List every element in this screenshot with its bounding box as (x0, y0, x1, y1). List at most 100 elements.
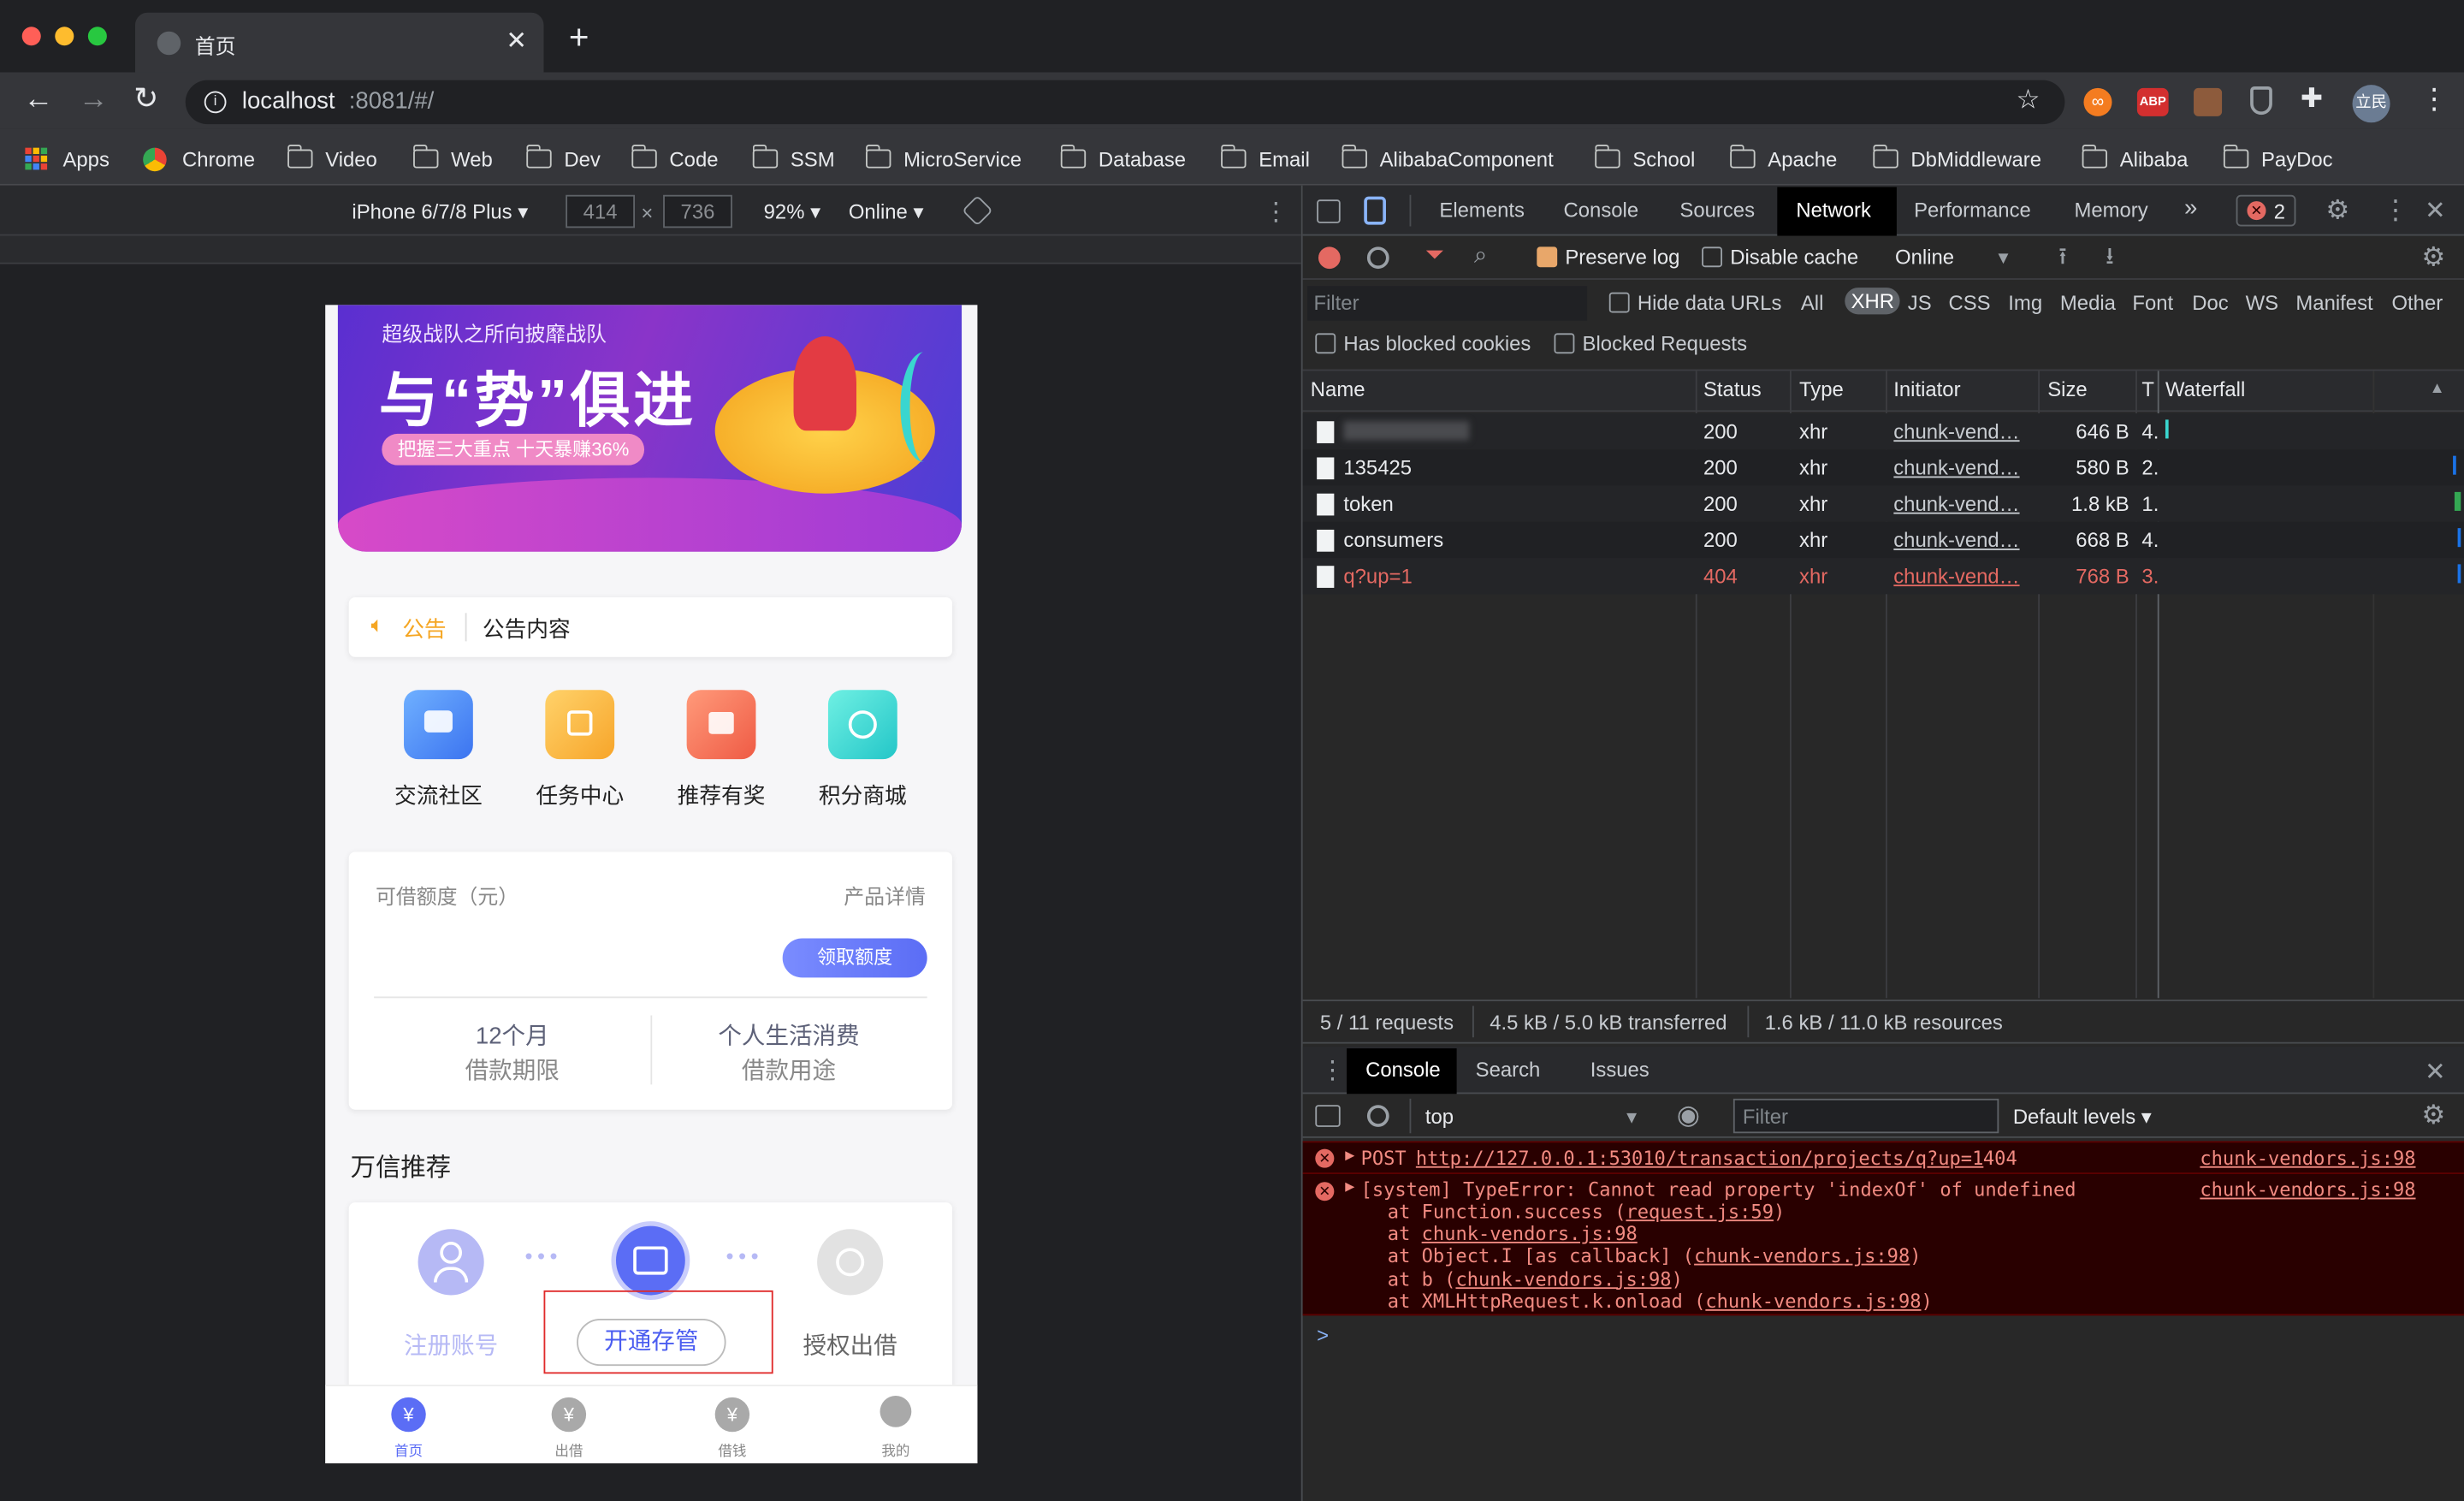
info-icon[interactable]: i (204, 91, 227, 114)
close-devtools-icon[interactable]: ✕ (2425, 195, 2446, 227)
tab-performance[interactable]: Performance (1914, 198, 2031, 222)
gift-icon[interactable] (686, 690, 756, 760)
blocked-requests-checkbox[interactable]: Blocked Requests (1554, 332, 1747, 355)
log-levels-select[interactable]: Default levels ▾ (2013, 1105, 2152, 1130)
menu-kebab-icon[interactable]: ⋮ (2420, 83, 2449, 116)
bookmark-school[interactable]: School (1594, 144, 1695, 173)
col-type[interactable]: Type (1799, 377, 1844, 401)
throttle-select[interactable]: Online ▾ (849, 199, 924, 224)
nav-lend[interactable]: ¥ 出借 (530, 1386, 608, 1462)
filter-manifest[interactable]: Manifest (2295, 291, 2372, 315)
more-tabs-icon[interactable]: » (2184, 195, 2197, 222)
console-settings-icon[interactable]: ⚙ (2421, 1101, 2445, 1132)
drawer-tab-search[interactable]: Search (1476, 1058, 1541, 1082)
bookmark-dbmiddleware[interactable]: DbMiddleware (1872, 144, 2041, 173)
error-counter[interactable]: ✕ 2 (2236, 194, 2296, 227)
console-prompt[interactable]: > (1317, 1324, 1329, 1348)
filter-doc[interactable]: Doc (2192, 291, 2228, 315)
stack-frame-link[interactable]: chunk-vendors.js:98 (1422, 1223, 1638, 1245)
stack-frame-link[interactable]: request.js:59 (1626, 1201, 1774, 1223)
tab-sources[interactable]: Sources (1679, 198, 1755, 222)
browser-tab[interactable]: 首页 ✕ (134, 12, 544, 73)
stack-frame-link[interactable]: chunk-vendors.js:98 (1694, 1245, 1910, 1267)
adblock-icon[interactable]: ABP (2136, 87, 2169, 116)
hide-data-urls-checkbox[interactable]: Hide data URLs (1608, 291, 1781, 314)
expand-triangle-icon[interactable]: ▶ (1345, 1148, 1354, 1165)
record-icon[interactable] (1318, 246, 1341, 270)
bookmark-microservice[interactable]: MicroService (865, 144, 1022, 173)
forward-arrow-icon[interactable]: → (79, 83, 109, 117)
shield-icon[interactable] (2250, 86, 2272, 116)
sort-ascending-icon[interactable]: ▲ (2430, 380, 2445, 397)
network-filter-input[interactable]: Filter (1307, 286, 1588, 321)
filter-ws[interactable]: WS (2246, 291, 2278, 315)
export-har-icon[interactable]: ⭳ (2106, 240, 2114, 280)
live-expression-eye-icon[interactable]: ◉ (1677, 1101, 1700, 1132)
close-window-button[interactable] (21, 27, 41, 46)
request-initiator[interactable]: chunk-vend… (1893, 419, 2032, 443)
reload-icon[interactable]: ↻ (133, 82, 158, 118)
bookmark-star-icon[interactable]: ☆ (2016, 85, 2040, 116)
bookmark-alibabacomponent[interactable]: AlibabaComponent (1341, 144, 1554, 173)
back-arrow-icon[interactable]: ← (24, 83, 54, 117)
minimize-window-button[interactable] (55, 27, 74, 46)
inspect-element-icon[interactable] (1317, 199, 1341, 223)
maximize-window-button[interactable] (87, 27, 107, 46)
network-throttle-select[interactable]: Online ▾ (1895, 246, 2008, 270)
address-bar[interactable]: i localhost :8081/#/ ☆ (185, 80, 2065, 125)
context-select[interactable]: top ▾ (1425, 1105, 1637, 1130)
request-initiator[interactable]: chunk-vend… (1893, 528, 2032, 552)
tab-elements[interactable]: Elements (1439, 198, 1525, 222)
nav-mine[interactable]: 我的 (856, 1386, 935, 1462)
col-waterfall[interactable]: Waterfall (2165, 377, 2245, 401)
filter-font[interactable]: Font (2132, 291, 2173, 315)
drawer-tab-issues[interactable]: Issues (1590, 1058, 1650, 1082)
task-center-icon[interactable] (545, 690, 615, 760)
bookmark-database[interactable]: Database (1059, 144, 1186, 173)
stack-frame-link[interactable]: chunk-vendors.js:98 (1455, 1267, 1671, 1290)
nav-borrow[interactable]: ¥ 借钱 (693, 1386, 772, 1462)
filter-media[interactable]: Media (2060, 291, 2116, 315)
bookmark-web[interactable]: Web (412, 144, 493, 173)
bookmark-apache[interactable]: Apache (1729, 144, 1837, 173)
col-time[interactable]: T (2141, 377, 2154, 401)
blocked-cookies-checkbox[interactable]: Has blocked cookies (1315, 332, 1531, 355)
col-name[interactable]: Name (1311, 377, 1365, 401)
filter-all[interactable]: All (1801, 291, 1824, 315)
request-initiator[interactable]: chunk-vend… (1893, 492, 2032, 516)
filter-css[interactable]: CSS (1949, 291, 1991, 315)
stack-frame-link[interactable]: chunk-vendors.js:98 (1705, 1290, 1921, 1313)
zoom-select[interactable]: 92% ▾ (764, 199, 820, 224)
device-toggle-icon[interactable] (1364, 196, 1386, 225)
error-source-link[interactable]: chunk-vendors.js:98 (2200, 1148, 2415, 1170)
col-size[interactable]: Size (2047, 377, 2087, 401)
claim-credit-button[interactable]: 领取额度 (782, 938, 927, 978)
console-filter-input[interactable]: Filter (1732, 1098, 1999, 1134)
bookmark-dev[interactable]: Dev (525, 144, 601, 173)
request-initiator[interactable]: chunk-vend… (1893, 456, 2032, 480)
filter-img[interactable]: Img (2008, 291, 2042, 315)
network-request-row[interactable] (1302, 413, 2464, 450)
banner[interactable]: 超级战队之所向披靡战队 与“势”俱进 把握三大重点 十天暴赚36% (337, 305, 962, 552)
close-drawer-icon[interactable]: ✕ (2425, 1056, 2446, 1088)
col-status[interactable]: Status (1703, 377, 1762, 401)
filter-xhr[interactable]: XHR (1845, 288, 1901, 315)
drawer-tab-console[interactable]: Console (1365, 1058, 1441, 1082)
clear-console-icon[interactable] (1366, 1105, 1389, 1127)
puzzle-icon[interactable]: ✚ (2301, 83, 2323, 115)
filter-other[interactable]: Other (2391, 291, 2443, 315)
extension-icon[interactable] (2194, 87, 2223, 116)
product-detail-link[interactable]: 产品详情 (844, 881, 926, 911)
bookmark-ssm[interactable]: SSM (751, 144, 835, 173)
extension-infinity-icon[interactable]: ∞ (2083, 87, 2112, 116)
tab-memory[interactable]: Memory (2074, 198, 2147, 222)
devtools-menu-icon[interactable]: ⋮ (2382, 195, 2408, 227)
bookmark-alibaba[interactable]: Alibaba (2081, 144, 2188, 173)
device-select[interactable]: iPhone 6/7/8 Plus ▾ (352, 199, 528, 224)
col-initiator[interactable]: Initiator (1893, 377, 1960, 401)
profile-avatar[interactable]: 立民 (2352, 85, 2390, 123)
import-har-icon[interactable]: ⭱ (2058, 240, 2067, 280)
close-tab-icon[interactable]: ✕ (506, 25, 527, 56)
bookmark-paydoc[interactable]: PayDoc (2223, 144, 2333, 173)
filter-funnel-icon[interactable]: ⏷ (1425, 242, 1444, 269)
